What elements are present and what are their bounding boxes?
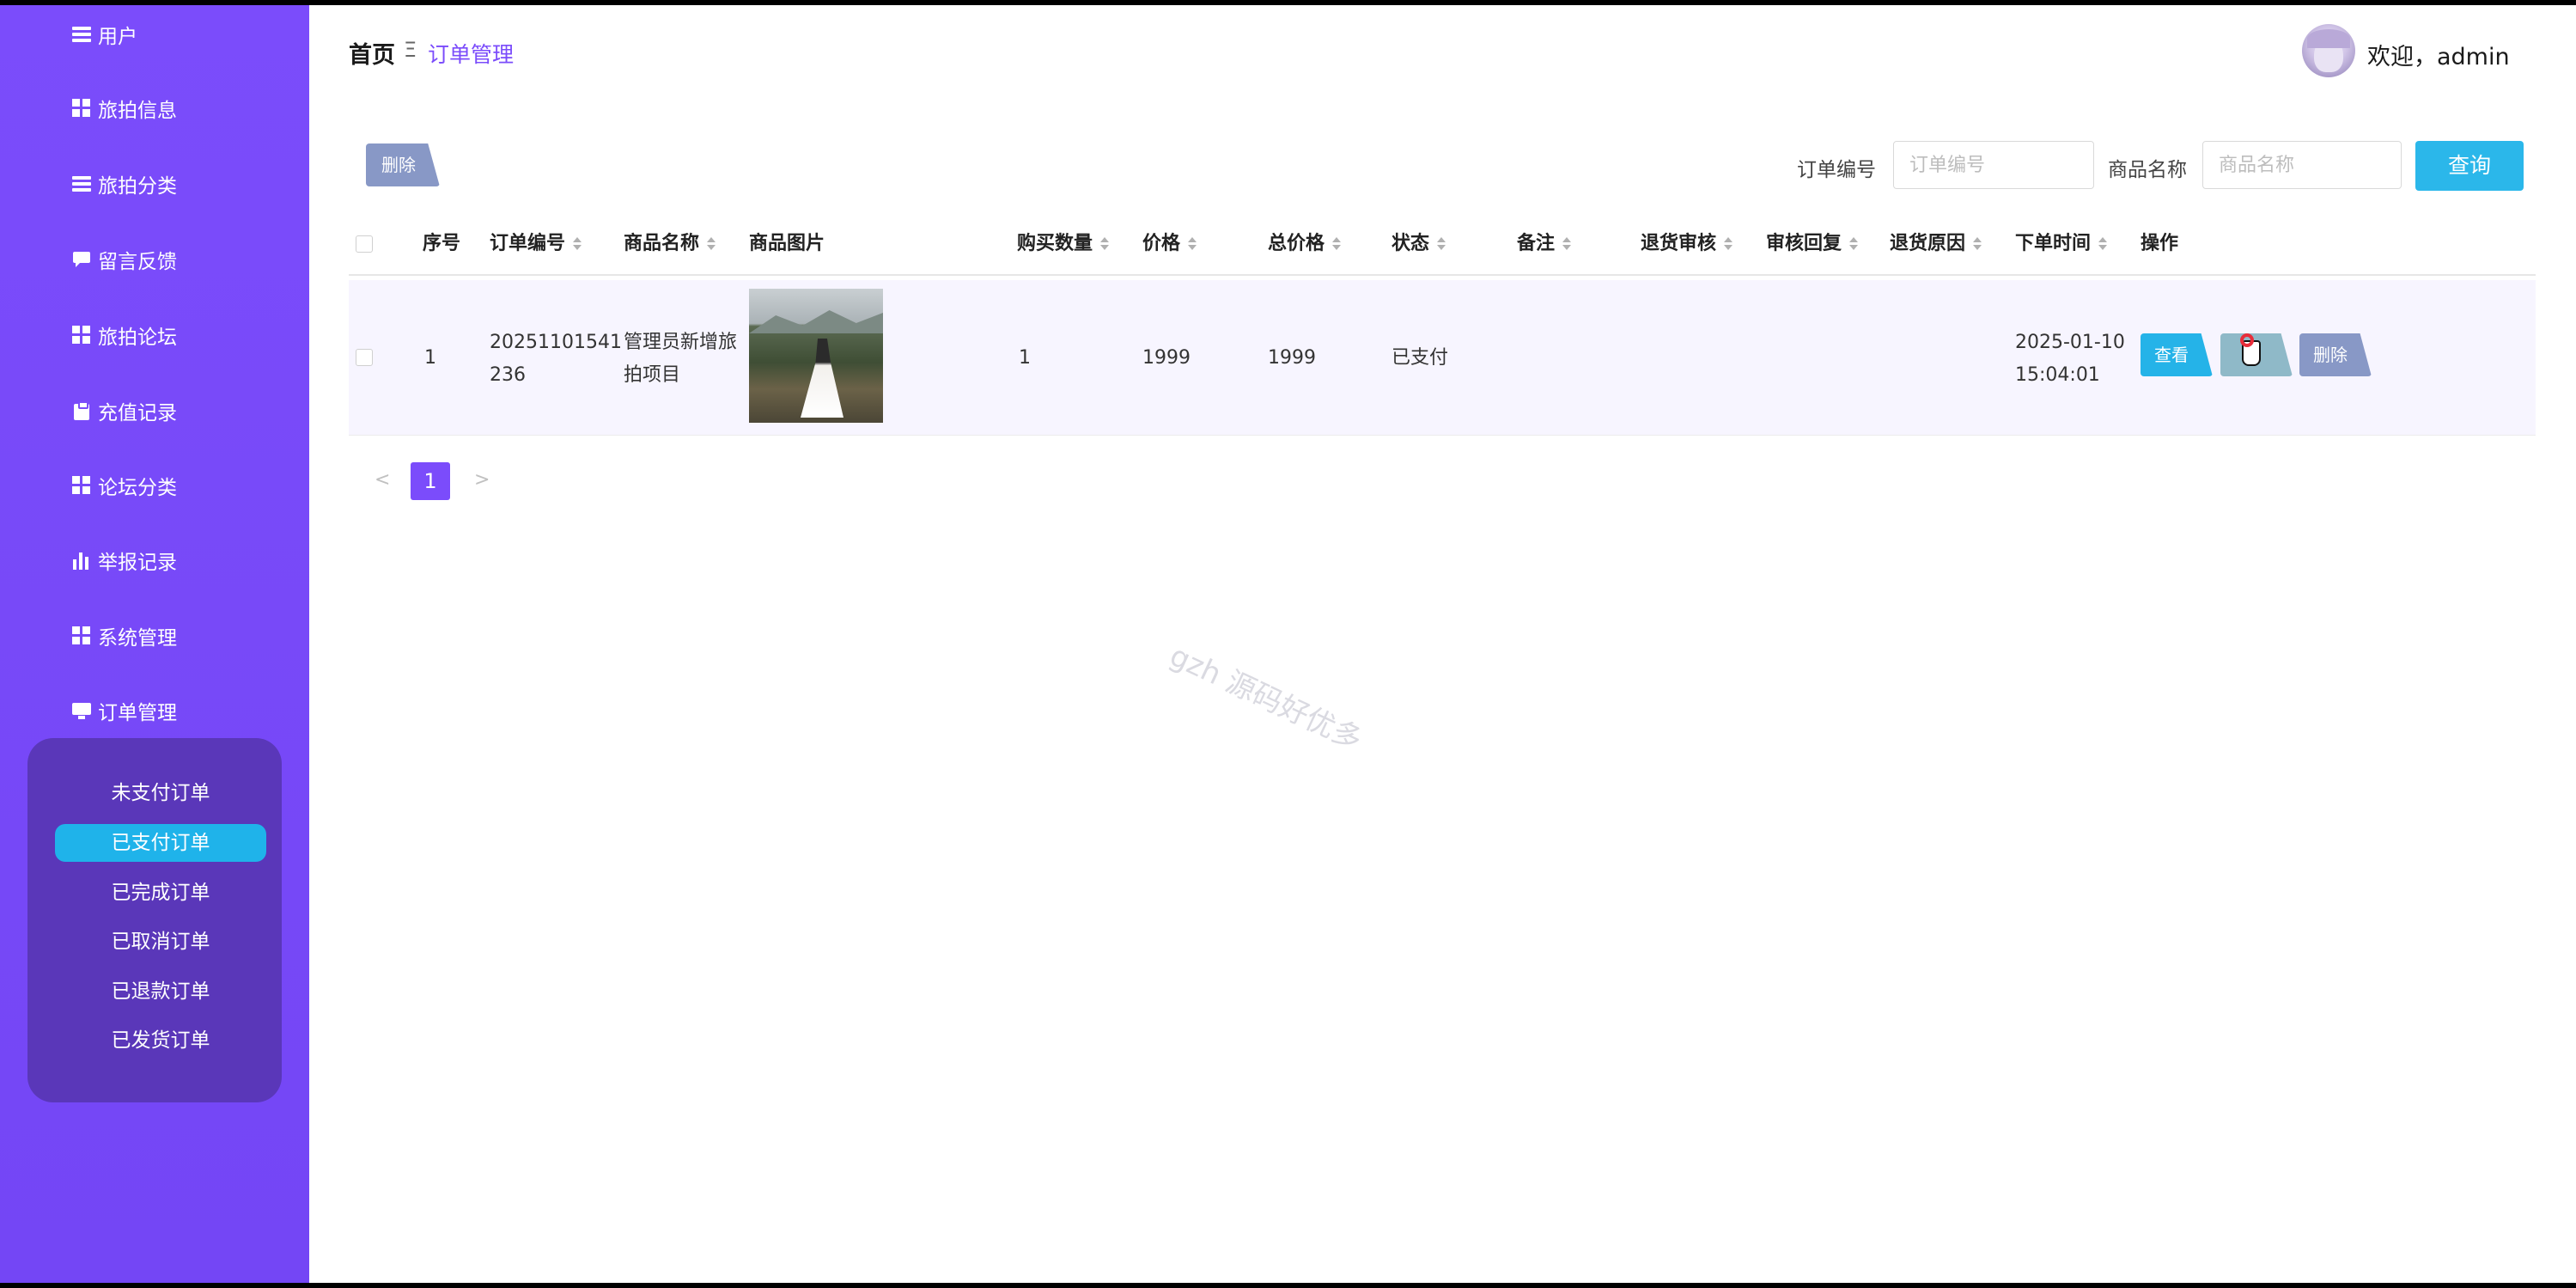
submenu-cancelled-orders[interactable]: 已取消订单: [55, 923, 266, 961]
sidebar-item-recharge[interactable]: 充值记录: [72, 394, 177, 428]
column-header-return-reason[interactable]: 退货原因: [1890, 230, 1982, 258]
cell-price: 1999: [1142, 347, 1191, 369]
sidebar-item-users[interactable]: 用户: [72, 17, 137, 52]
sidebar: 用户 旅拍信息 旅拍分类 留言反馈 旅拍论坛 充值记录 论坛分类 举报记录 系统…: [0, 5, 309, 1283]
submenu-refunded-orders[interactable]: 已退款订单: [55, 973, 266, 1010]
message-icon: [72, 250, 91, 269]
cell-product-name: 管理员新增旅 拍项目: [624, 332, 738, 386]
column-header-quantity[interactable]: 购买数量: [1017, 230, 1110, 258]
orders-submenu: 未支付订单 已支付订单 已完成订单 已取消订单 已退款订单 已发货订单: [27, 738, 282, 1102]
column-header-actions: 操作: [2141, 233, 2179, 254]
app-frame: 用户 旅拍信息 旅拍分类 留言反馈 旅拍论坛 充值记录 论坛分类 举报记录 系统…: [0, 5, 2576, 1283]
thumb-mountains: [749, 310, 883, 333]
pagination-current-page[interactable]: 1: [411, 462, 450, 500]
click-indicator-icon: [2240, 333, 2254, 347]
sidebar-item-system[interactable]: 系统管理: [72, 619, 177, 653]
cell-index: 1: [424, 347, 436, 369]
column-header-order-no[interactable]: 订单编号: [490, 230, 582, 258]
sidebar-item-label: 论坛分类: [98, 477, 177, 499]
breadcrumb-separator: Ξ: [404, 38, 417, 62]
sort-icon[interactable]: [1848, 236, 1859, 252]
sort-icon[interactable]: [2098, 236, 2108, 252]
sidebar-item-label: 旅拍信息: [98, 100, 177, 122]
grid-icon: [72, 476, 91, 495]
product-name-input[interactable]: [2202, 141, 2402, 189]
thumb-couple: [801, 339, 843, 418]
sidebar-item-label: 留言反馈: [98, 251, 177, 273]
select-all-checkbox[interactable]: [356, 235, 373, 253]
sidebar-item-travel-photo-info[interactable]: 旅拍信息: [72, 91, 177, 125]
product-name-label: 商品名称: [2108, 159, 2187, 181]
sidebar-item-label: 旅拍分类: [98, 175, 177, 198]
column-header-return-review[interactable]: 退货审核: [1641, 230, 1733, 258]
grid-icon: [72, 326, 91, 345]
order-no-input[interactable]: [1893, 141, 2094, 189]
table-header-divider: [349, 274, 2536, 276]
batch-delete-button[interactable]: 删除: [366, 143, 440, 186]
sort-icon[interactable]: [1331, 236, 1342, 252]
sidebar-item-label: 旅拍论坛: [98, 327, 177, 349]
grid-icon: [72, 99, 91, 118]
grid-icon: [72, 626, 91, 645]
row-checkbox[interactable]: [356, 349, 373, 366]
sort-icon[interactable]: [1562, 236, 1572, 252]
column-header-product-image: 商品图片: [749, 233, 825, 254]
submenu-unpaid-orders[interactable]: 未支付订单: [55, 774, 266, 812]
sort-icon[interactable]: [1099, 236, 1110, 252]
bottom-border: [0, 1283, 2576, 1288]
sidebar-item-forum[interactable]: 旅拍论坛: [72, 318, 177, 352]
sidebar-item-feedback[interactable]: 留言反馈: [72, 242, 177, 277]
cell-quantity: 1: [1019, 347, 1031, 369]
cell-status: 已支付: [1392, 347, 1449, 369]
sidebar-item-orders[interactable]: 订单管理: [72, 693, 177, 728]
view-button[interactable]: 查看: [2141, 333, 2213, 376]
avatar[interactable]: [2302, 24, 2355, 77]
welcome-text: 欢迎，admin: [2367, 44, 2510, 70]
pointer-cursor-icon: [2237, 333, 2268, 371]
sidebar-item-label: 举报记录: [98, 552, 177, 574]
pagination-next[interactable]: >: [474, 469, 490, 491]
product-image[interactable]: [749, 289, 883, 423]
sort-icon[interactable]: [1436, 236, 1446, 252]
monitor-icon: [72, 701, 91, 720]
watermark: gzh 源码好优多: [1164, 638, 1367, 758]
breadcrumb-home[interactable]: 首页: [349, 36, 395, 70]
submenu-paid-orders[interactable]: 已支付订单: [55, 824, 266, 862]
submenu-completed-orders[interactable]: 已完成订单: [55, 874, 266, 912]
sort-icon[interactable]: [1972, 236, 1982, 252]
sidebar-item-label: 系统管理: [98, 627, 177, 650]
sort-icon[interactable]: [706, 236, 716, 252]
cell-order-time: 2025-01-10 15:04:01: [2015, 332, 2125, 386]
sidebar-item-reports[interactable]: 举报记录: [72, 543, 177, 577]
sidebar-item-label: 订单管理: [98, 702, 177, 724]
sort-icon[interactable]: [1187, 236, 1197, 252]
order-no-label: 订单编号: [1797, 159, 1876, 181]
sidebar-item-travel-photo-category[interactable]: 旅拍分类: [72, 167, 177, 201]
table-row-divider: [349, 435, 2536, 436]
clipboard-icon: [72, 401, 91, 420]
delete-button[interactable]: 删除: [2299, 333, 2372, 376]
sidebar-item-label: 充值记录: [98, 402, 177, 424]
pagination-prev[interactable]: <: [375, 469, 390, 491]
query-button[interactable]: 查询: [2415, 141, 2524, 191]
column-header-price[interactable]: 价格: [1142, 230, 1197, 258]
cell-total: 1999: [1268, 347, 1316, 369]
sort-icon[interactable]: [572, 236, 582, 252]
column-header-total[interactable]: 总价格: [1268, 230, 1342, 258]
column-header-remark[interactable]: 备注: [1517, 230, 1572, 258]
sidebar-item-label: 用户: [98, 26, 137, 48]
column-header-status[interactable]: 状态: [1392, 230, 1446, 258]
bar-chart-icon: [72, 551, 91, 570]
column-header-index: 序号: [423, 233, 461, 254]
breadcrumb-current: 订单管理: [428, 42, 515, 67]
sidebar-item-forum-category[interactable]: 论坛分类: [72, 468, 177, 503]
list-icon: [72, 25, 91, 44]
sort-icon[interactable]: [1723, 236, 1733, 252]
column-header-product-name[interactable]: 商品名称: [624, 230, 716, 258]
cell-order-no: 20251101541 236: [490, 332, 622, 386]
column-header-order-time[interactable]: 下单时间: [2015, 230, 2108, 258]
column-header-review-reply[interactable]: 审核回复: [1766, 230, 1859, 258]
list-icon: [72, 174, 91, 193]
submenu-shipped-orders[interactable]: 已发货订单: [55, 1022, 266, 1059]
